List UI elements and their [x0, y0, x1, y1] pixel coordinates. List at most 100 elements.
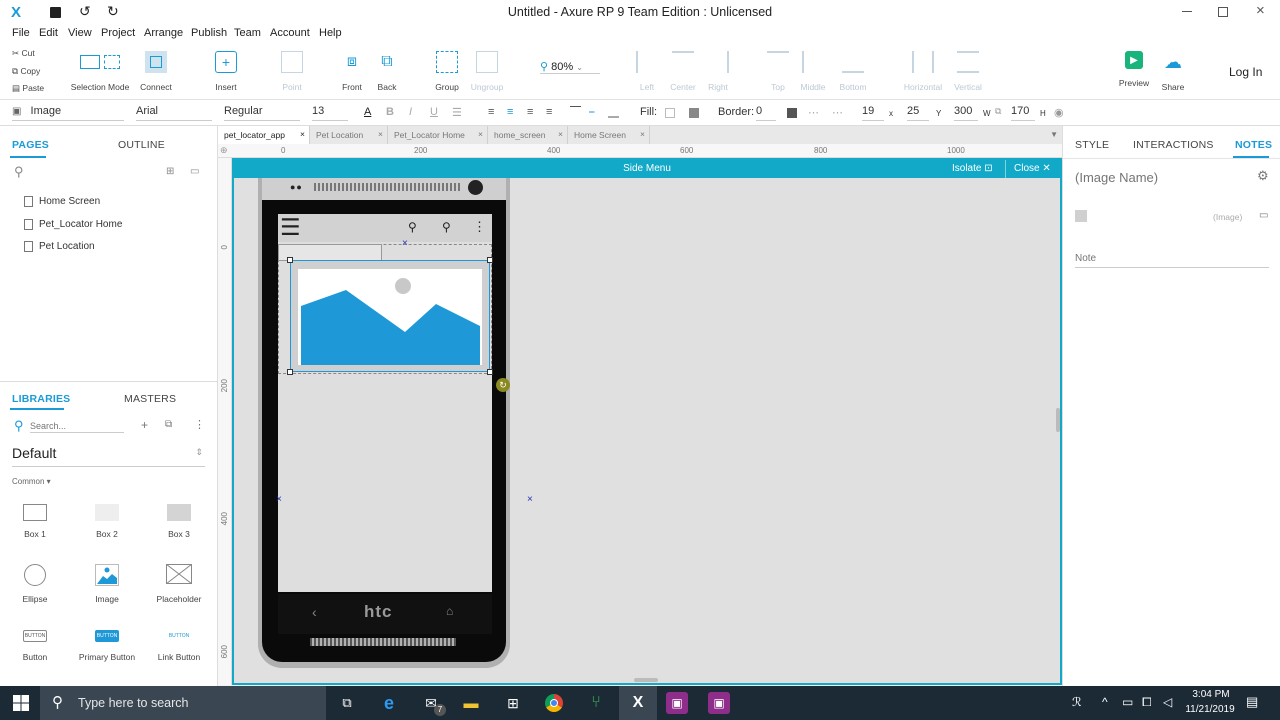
rotate-handle-icon[interactable]: ↻ [496, 378, 510, 392]
add-folder-icon[interactable]: ▭ [190, 166, 199, 177]
tabs-overflow-icon[interactable]: ▼ [1050, 130, 1058, 139]
back-button[interactable]: ⧉ Back [357, 51, 417, 92]
battery-icon[interactable]: ▭ [1122, 695, 1133, 709]
widget-placeholder[interactable]: Placeholder [146, 564, 212, 604]
library-dropdown[interactable]: Default ⇕ [12, 445, 205, 467]
design-canvas[interactable]: Side Menu Isolate ⊡ Close ✕ ●● ☰ ⚲ ⚲ ⋮ ‹… [232, 158, 1062, 685]
minimize-button[interactable] [1182, 11, 1192, 12]
meeting-app-icon-second[interactable]: ▣ [708, 692, 730, 714]
y-input[interactable]: 25 [907, 105, 929, 121]
page-item-home-screen[interactable]: Home Screen [24, 196, 100, 207]
people-icon[interactable]: ℛ [1072, 695, 1082, 709]
text-align-right-icon[interactable]: ≡ [527, 106, 533, 118]
width-input[interactable]: 300 [954, 105, 978, 121]
tab-pet-locator-app[interactable]: pet_locator_app × [218, 126, 310, 144]
chevron-up-icon[interactable]: ^ [1102, 695, 1108, 709]
widget-name-input[interactable] [1075, 168, 1245, 186]
text-align-left-icon[interactable]: ≡ [488, 106, 494, 118]
more-vertical-icon[interactable]: ⋮ [473, 219, 486, 235]
note-input[interactable] [1075, 250, 1269, 268]
paste-button[interactable]: ▤ Paste [12, 83, 44, 94]
isolate-button[interactable]: Isolate ⊡ [952, 160, 1006, 178]
login-button[interactable]: Log In [1229, 65, 1262, 79]
volume-icon[interactable]: ◁ [1163, 695, 1172, 709]
widget-link-button[interactable]: BUTTON Link Button [146, 630, 212, 662]
valign-top-icon[interactable]: ⎺ [570, 106, 581, 119]
widget-primary-button[interactable]: BUTTON Primary Button [74, 630, 140, 662]
fill-color-swatch[interactable] [665, 108, 675, 118]
tab-close-icon[interactable]: × [640, 129, 645, 139]
menu-team[interactable]: Team [234, 27, 261, 39]
align-right-button[interactable]: Right [688, 51, 748, 92]
valign-bottom-icon[interactable]: ⎽ [608, 106, 619, 119]
ungroup-button[interactable]: Ungroup [457, 51, 517, 92]
tab-style[interactable]: STYLE [1075, 139, 1109, 151]
search-icon[interactable]: ⚲ [14, 164, 24, 180]
hamburger-menu-icon[interactable]: ☰ [280, 213, 301, 241]
menu-file[interactable]: File [12, 27, 30, 39]
border-pattern-icon[interactable]: ⋯ [832, 106, 843, 119]
page-item-pet-locator-home[interactable]: Pet_Locator Home [24, 219, 122, 230]
network-icon[interactable]: ⧠ [1142, 695, 1152, 710]
menu-edit[interactable]: Edit [39, 27, 58, 39]
clock-date[interactable]: 11/21/2019 [1180, 704, 1240, 715]
menu-account[interactable]: Account [270, 27, 310, 39]
share-button[interactable]: ☁ Share [1143, 51, 1203, 93]
bold-icon[interactable]: B [386, 106, 394, 118]
align-bottom-button[interactable]: Bottom [823, 51, 883, 92]
bullet-list-icon[interactable]: ☰ [452, 106, 462, 119]
tab-close-icon[interactable]: × [478, 129, 483, 139]
maximize-button[interactable] [1218, 7, 1228, 17]
point-button[interactable]: Point [262, 51, 322, 92]
widget-box1[interactable]: Box 1 [2, 504, 68, 539]
tab-outline[interactable]: OUTLINE [118, 139, 165, 151]
font-size-dropdown[interactable]: 13 [312, 105, 348, 121]
library-search-input[interactable] [30, 419, 124, 433]
widget-box2[interactable]: Box 2 [74, 504, 140, 539]
resize-handle[interactable] [287, 369, 293, 375]
library-options-icon[interactable]: ⧉ [165, 419, 172, 430]
meeting-app-icon[interactable]: ▣ [666, 692, 688, 714]
lock-ratio-icon[interactable]: ⧉ [995, 106, 1001, 117]
zoom-control[interactable]: ⚲ 80% ⌄ [540, 60, 600, 74]
tab-home-screen[interactable]: Home Screen × [568, 126, 650, 144]
insert-button[interactable]: + Insert [196, 51, 256, 92]
image-widget[interactable] [287, 257, 493, 375]
close-panel-button[interactable]: Close ✕ [1014, 163, 1051, 174]
canvas-scroll-handle[interactable] [634, 678, 658, 682]
tab-close-icon[interactable]: × [300, 129, 305, 139]
connect-button[interactable]: Connect [126, 51, 186, 92]
taskbar-search-box[interactable]: ⚲ Type here to search [40, 686, 326, 720]
menu-arrange[interactable]: Arrange [144, 27, 183, 39]
cut-button[interactable]: ✂ Cut [12, 48, 35, 59]
tab-interactions[interactable]: INTERACTIONS [1133, 139, 1214, 151]
menu-view[interactable]: View [68, 27, 92, 39]
edge-browser-icon[interactable]: e [378, 692, 400, 714]
distribute-vertical-button[interactable]: Vertical [938, 51, 998, 92]
file-explorer-icon[interactable]: ▬ [460, 692, 482, 714]
border-width-input[interactable]: 0 [756, 105, 776, 121]
library-section-common[interactable]: Common ▾ [12, 477, 51, 486]
notifications-icon[interactable]: ▤ [1246, 694, 1258, 710]
task-view-icon[interactable]: ⧉ [336, 692, 358, 714]
visibility-eye-icon[interactable]: ◉ [1054, 106, 1064, 119]
page-item-pet-location[interactable]: Pet Location [24, 241, 95, 252]
tab-notes[interactable]: NOTES [1235, 139, 1272, 151]
more-vertical-icon[interactable]: ⋮ [194, 418, 205, 431]
gear-icon[interactable]: ⚙ [1257, 168, 1269, 184]
font-weight-dropdown[interactable]: Regular [224, 105, 300, 121]
tab-close-icon[interactable]: × [558, 129, 563, 139]
store-icon[interactable]: ⊞ [502, 692, 524, 714]
image-options-icon[interactable]: ▭ [1259, 210, 1268, 221]
tab-masters[interactable]: MASTERS [124, 393, 176, 405]
menu-project[interactable]: Project [101, 27, 135, 39]
copy-button[interactable]: ⧉ Copy [12, 66, 40, 77]
menu-help[interactable]: Help [319, 27, 342, 39]
border-color-swatch[interactable] [787, 108, 797, 118]
tab-home-screen-lower[interactable]: home_screen × [488, 126, 568, 144]
x-input[interactable]: 19 [862, 105, 884, 121]
selection-mode-button[interactable]: Selection Mode [70, 51, 130, 92]
border-style-icon[interactable]: ⋯ [808, 106, 819, 119]
tab-pet-location[interactable]: Pet Location × [310, 126, 388, 144]
tab-libraries[interactable]: LIBRARIES [12, 393, 70, 405]
